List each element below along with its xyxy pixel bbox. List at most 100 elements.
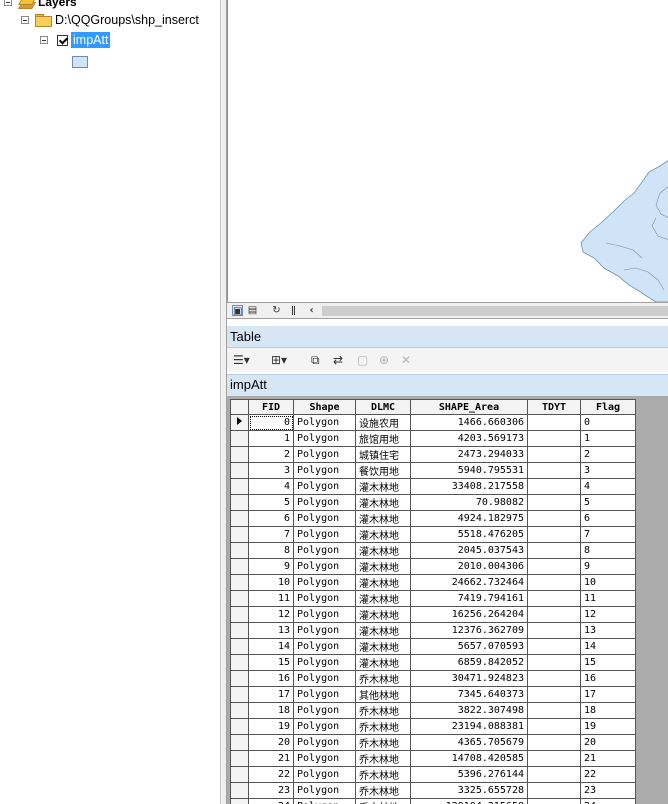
cell-shape[interactable]: Polygon xyxy=(293,526,356,543)
row-selector[interactable] xyxy=(230,766,249,783)
cell-fid[interactable]: 19 xyxy=(248,718,294,735)
cell-fid[interactable]: 6 xyxy=(248,510,294,527)
cell-flag[interactable]: 19 xyxy=(580,718,636,735)
cell-dlmc[interactable]: 灌木林地 xyxy=(355,638,411,655)
cell-shape[interactable]: Polygon xyxy=(293,430,356,447)
cell-dlmc[interactable]: 餐饮用地 xyxy=(355,462,411,479)
table-tab-impatt[interactable]: impAtt xyxy=(227,374,668,396)
cell-area[interactable]: 33408.217558 xyxy=(410,478,528,495)
row-selector[interactable] xyxy=(230,446,249,463)
cell-fid[interactable]: 9 xyxy=(248,558,294,575)
cell-dlmc[interactable]: 灌木林地 xyxy=(355,526,411,543)
cell-flag[interactable]: 2 xyxy=(580,446,636,463)
cell-shape[interactable]: Polygon xyxy=(293,686,356,703)
cell-shape[interactable]: Polygon xyxy=(293,462,356,479)
cell-fid[interactable]: 1 xyxy=(248,430,294,447)
cell-flag[interactable]: 13 xyxy=(580,622,636,639)
cell-dlmc[interactable]: 灌木林地 xyxy=(355,654,411,671)
cell-area[interactable]: 2010.004306 xyxy=(410,558,528,575)
layer-visibility-checkbox[interactable] xyxy=(57,34,68,46)
cell-dlmc[interactable]: 乔木林地 xyxy=(355,702,411,719)
table-options-icon[interactable]: ☰▾ xyxy=(233,352,250,368)
scroll-left-icon[interactable]: ‹ xyxy=(306,305,317,316)
cell-flag[interactable]: 8 xyxy=(580,542,636,559)
cell-tdyt[interactable] xyxy=(527,574,581,591)
delete-selected-icon[interactable]: ✕ xyxy=(401,352,411,368)
cell-shape[interactable]: Polygon xyxy=(293,782,356,799)
table-row[interactable]: 6 Polygon 灌木林地 4924.182975 6 xyxy=(230,510,636,527)
cell-shape[interactable]: Polygon xyxy=(293,414,356,431)
cell-flag[interactable]: 1 xyxy=(580,430,636,447)
cell-area[interactable]: 70.98082 xyxy=(410,494,528,511)
cell-tdyt[interactable] xyxy=(527,478,581,495)
table-row[interactable]: 20 Polygon 乔木林地 4365.705679 20 xyxy=(230,734,636,751)
cell-flag[interactable]: 21 xyxy=(580,750,636,767)
cell-shape[interactable]: Polygon xyxy=(293,622,356,639)
cell-area[interactable]: 24662.732464 xyxy=(410,574,528,591)
cell-flag[interactable]: 3 xyxy=(580,462,636,479)
cell-tdyt[interactable] xyxy=(527,798,581,804)
map-horizontal-scrollbar[interactable] xyxy=(322,306,668,316)
cell-dlmc[interactable]: 灌木林地 xyxy=(355,478,411,495)
cell-dlmc[interactable]: 灌木林地 xyxy=(355,558,411,575)
cell-area[interactable]: 129104.215658 xyxy=(410,798,528,804)
row-selector[interactable] xyxy=(230,574,249,591)
cell-tdyt[interactable] xyxy=(527,686,581,703)
cell-tdyt[interactable] xyxy=(527,718,581,735)
cell-area[interactable]: 5657.070593 xyxy=(410,638,528,655)
table-row[interactable]: 19 Polygon 乔木林地 23194.088381 19 xyxy=(230,718,636,735)
cell-shape[interactable]: Polygon xyxy=(293,766,356,783)
cell-flag[interactable]: 23 xyxy=(580,782,636,799)
cell-tdyt[interactable] xyxy=(527,510,581,527)
row-selector[interactable] xyxy=(230,686,249,703)
cell-tdyt[interactable] xyxy=(527,414,581,431)
column-header-fid[interactable]: FID xyxy=(248,399,294,415)
cell-dlmc[interactable]: 灌木林地 xyxy=(355,574,411,591)
layout-view-icon[interactable]: ▤ xyxy=(247,305,258,316)
cell-area[interactable]: 5396.276144 xyxy=(410,766,528,783)
table-row[interactable]: 11 Polygon 灌木林地 7419.794161 11 xyxy=(230,590,636,607)
cell-shape[interactable]: Polygon xyxy=(293,798,356,804)
cell-fid[interactable]: 21 xyxy=(248,750,294,767)
table-row[interactable]: 14 Polygon 灌木林地 5657.070593 14 xyxy=(230,638,636,655)
table-row[interactable]: 12 Polygon 灌木林地 16256.264204 12 xyxy=(230,606,636,623)
select-by-attributes-icon[interactable]: ⧉ xyxy=(311,352,320,368)
cell-fid[interactable]: 16 xyxy=(248,670,294,687)
cell-shape[interactable]: Polygon xyxy=(293,750,356,767)
cell-tdyt[interactable] xyxy=(527,622,581,639)
cell-dlmc[interactable]: 设施农用 xyxy=(355,414,411,431)
related-tables-icon[interactable]: ⊞▾ xyxy=(271,352,287,368)
collapse-layers-icon[interactable] xyxy=(4,0,12,6)
table-row[interactable]: 4 Polygon 灌木林地 33408.217558 4 xyxy=(230,478,636,495)
cell-shape[interactable]: Polygon xyxy=(293,478,356,495)
cell-area[interactable]: 5518.476205 xyxy=(410,526,528,543)
cell-flag[interactable]: 24 xyxy=(580,798,636,804)
cell-flag[interactable]: 20 xyxy=(580,734,636,751)
cell-dlmc[interactable]: 乔木林地 xyxy=(355,718,411,735)
cell-fid[interactable]: 8 xyxy=(248,542,294,559)
table-row[interactable]: 9 Polygon 灌木林地 2010.004306 9 xyxy=(230,558,636,575)
column-header-shape-area[interactable]: SHAPE_Area xyxy=(410,399,528,415)
collapse-layer-icon[interactable] xyxy=(40,36,48,44)
table-row[interactable]: 24Polygon乔木林地129104.21565824 xyxy=(230,798,636,804)
cell-fid[interactable]: 11 xyxy=(248,590,294,607)
cell-fid[interactable]: 13 xyxy=(248,622,294,639)
cell-shape[interactable]: Polygon xyxy=(293,574,356,591)
cell-tdyt[interactable] xyxy=(527,782,581,799)
cell-area[interactable]: 16256.264204 xyxy=(410,606,528,623)
cell-dlmc[interactable]: 乔木林地 xyxy=(355,670,411,687)
cell-fid[interactable]: 14 xyxy=(248,638,294,655)
table-row[interactable]: 7 Polygon 灌木林地 5518.476205 7 xyxy=(230,526,636,543)
column-header-tdyt[interactable]: TDYT xyxy=(527,399,581,415)
cell-fid[interactable]: 15 xyxy=(248,654,294,671)
row-selector[interactable] xyxy=(230,622,249,639)
cell-tdyt[interactable] xyxy=(527,734,581,751)
cell-dlmc[interactable]: 乔木林地 xyxy=(355,782,411,799)
row-selector[interactable] xyxy=(230,542,249,559)
switch-selection-icon[interactable]: ⇄ xyxy=(333,352,343,368)
collapse-group-icon[interactable] xyxy=(21,16,29,24)
cell-tdyt[interactable] xyxy=(527,494,581,511)
row-selector[interactable] xyxy=(230,750,249,767)
cell-fid[interactable]: 0 xyxy=(248,414,294,431)
layer-node-impatt[interactable]: impAtt xyxy=(40,31,111,49)
